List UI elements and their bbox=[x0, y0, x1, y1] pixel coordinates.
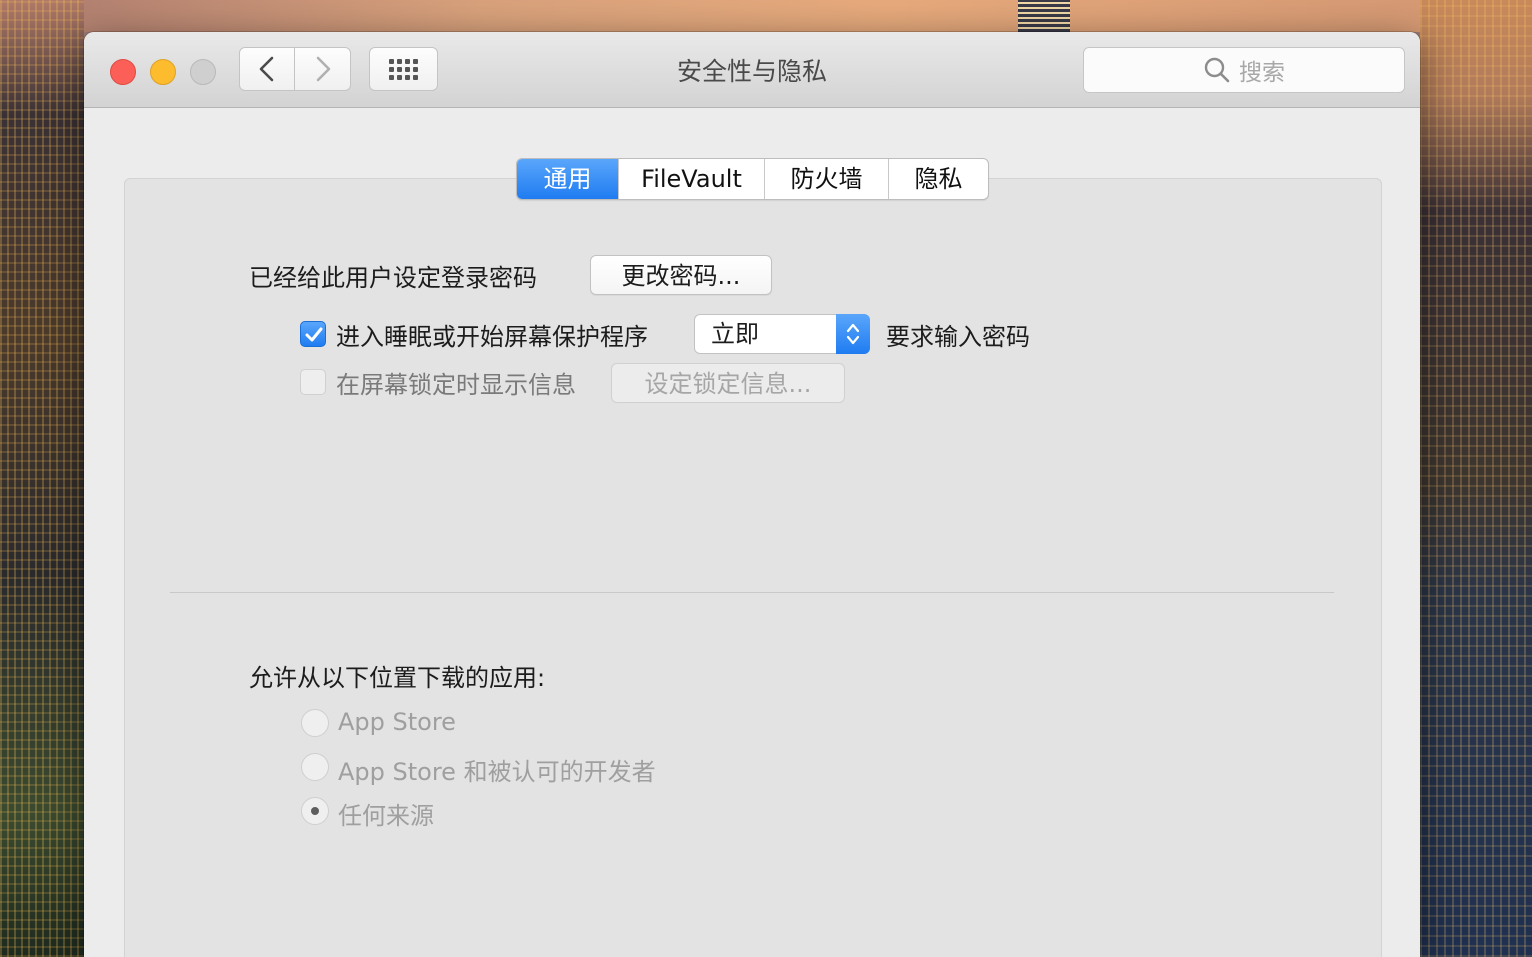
radio-identified-developers[interactable] bbox=[301, 753, 329, 781]
password-status-label: 已经给此用户设定登录密码 bbox=[249, 264, 537, 292]
back-button[interactable] bbox=[239, 47, 295, 91]
radio-identified-developers-label: App Store 和被认可的开发者 bbox=[338, 758, 656, 786]
desktop-wallpaper-top bbox=[84, 0, 1420, 32]
require-password-label: 进入睡眠或开始屏幕保护程序 bbox=[336, 323, 648, 351]
tab-firewall[interactable]: 防火墙 bbox=[765, 159, 889, 199]
desktop-wallpaper-left bbox=[0, 0, 84, 957]
password-delay-value: 立即 bbox=[711, 320, 759, 348]
require-password-suffix: 要求输入密码 bbox=[886, 323, 1030, 351]
radio-app-store[interactable] bbox=[301, 709, 329, 737]
password-delay-select[interactable]: 立即 bbox=[694, 314, 870, 354]
radio-anywhere-label: 任何来源 bbox=[338, 802, 434, 830]
require-password-checkbox[interactable] bbox=[300, 321, 326, 347]
search-field[interactable]: 搜索 bbox=[1083, 47, 1405, 93]
checkmark-icon bbox=[305, 327, 323, 342]
wallpaper-tower bbox=[1018, 0, 1070, 32]
lock-message-label: 在屏幕锁定时显示信息 bbox=[336, 371, 576, 399]
title-bar[interactable]: 安全性与隐私 搜索 bbox=[84, 32, 1420, 108]
search-icon bbox=[1204, 57, 1230, 83]
radio-anywhere[interactable] bbox=[301, 797, 329, 825]
zoom-button[interactable] bbox=[190, 59, 216, 85]
tab-bar: 通用 FileVault 防火墙 隐私 bbox=[516, 158, 989, 200]
updown-arrows-icon bbox=[836, 314, 870, 354]
grid-icon bbox=[389, 58, 418, 80]
set-lock-message-button[interactable]: 设定锁定信息... bbox=[611, 363, 845, 403]
downloads-label: 允许从以下位置下载的应用: bbox=[249, 664, 546, 692]
radio-app-store-label: App Store bbox=[338, 708, 456, 736]
preferences-window: 安全性与隐私 搜索 通用 FileVault 防火墙 隐私 已经给此用户设定登录… bbox=[84, 32, 1420, 957]
radio-selected-dot bbox=[311, 807, 319, 815]
lock-message-checkbox[interactable] bbox=[300, 369, 326, 395]
forward-button[interactable] bbox=[295, 47, 351, 91]
close-button[interactable] bbox=[110, 59, 136, 85]
chevron-right-icon bbox=[316, 56, 330, 82]
search-placeholder: 搜索 bbox=[1239, 60, 1285, 86]
change-password-button[interactable]: 更改密码... bbox=[590, 255, 772, 295]
show-all-button[interactable] bbox=[369, 47, 438, 91]
chevron-left-icon bbox=[259, 56, 274, 82]
section-divider bbox=[170, 592, 1334, 593]
tab-privacy[interactable]: 隐私 bbox=[889, 159, 988, 199]
tab-general[interactable]: 通用 bbox=[517, 159, 619, 199]
desktop-wallpaper-right bbox=[1420, 0, 1532, 957]
tab-filevault[interactable]: FileVault bbox=[619, 159, 765, 199]
minimize-button[interactable] bbox=[150, 59, 176, 85]
